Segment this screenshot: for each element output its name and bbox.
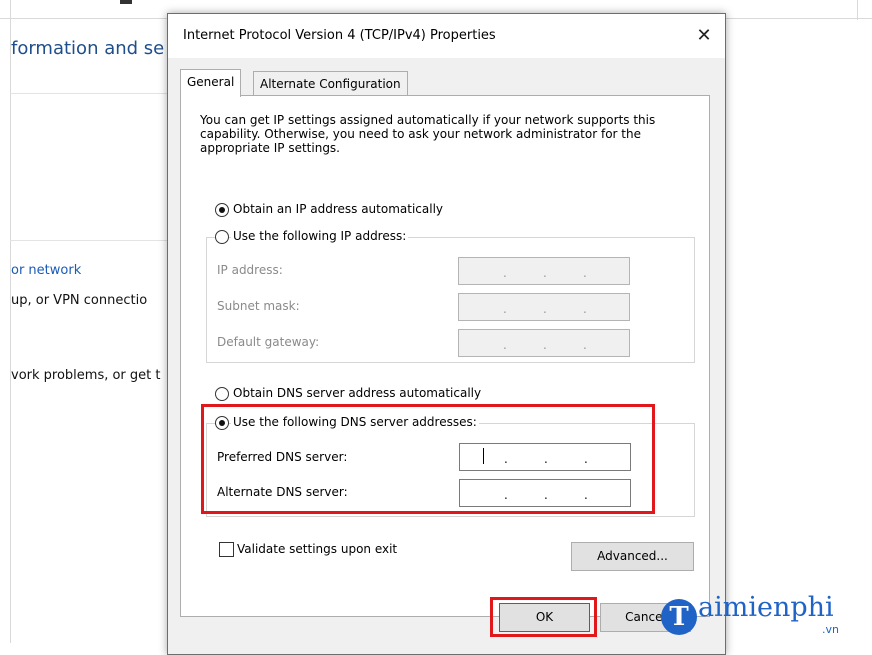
alternate-dns-label: Alternate DNS server: <box>217 485 348 499</box>
default-gateway-field: ... <box>458 329 630 357</box>
dns-auto-radio[interactable] <box>215 387 229 401</box>
background-text-line: up, or VPN connectio <box>11 293 148 308</box>
subnet-mask-field: ... <box>458 293 630 321</box>
tab-general[interactable]: General <box>180 69 242 97</box>
dialog-title: Internet Protocol Version 4 (TCP/IPv4) P… <box>183 28 496 43</box>
background-right-border <box>857 0 858 20</box>
advanced-button[interactable]: Advanced... <box>571 542 694 571</box>
subnet-mask-label: Subnet mask: <box>217 299 300 313</box>
background-network-link[interactable]: or network <box>11 263 81 278</box>
background-heading: formation and se <box>11 38 165 59</box>
dialog-titlebar: Internet Protocol Version 4 (TCP/IPv4) P… <box>168 14 725 58</box>
close-icon[interactable]: ✕ <box>689 22 719 50</box>
watermark-logo-icon: T <box>661 599 697 635</box>
text-caret <box>483 448 484 464</box>
background-divider <box>10 93 172 94</box>
preferred-dns-label: Preferred DNS server: <box>217 450 348 464</box>
dns-auto-label: Obtain DNS server address automatically <box>233 386 482 400</box>
ip-address-label: IP address: <box>217 263 283 277</box>
watermark-domain-suffix: .vn <box>822 623 839 636</box>
background-divider <box>10 240 172 241</box>
ip-auto-label: Obtain an IP address automatically <box>233 202 444 216</box>
validate-checkbox[interactable] <box>219 542 234 557</box>
ip-manual-label: Use the following IP address: <box>231 229 409 243</box>
ok-button[interactable]: OK <box>499 603 590 632</box>
background-left-border <box>10 0 11 643</box>
taimienphi-watermark: T aimienphi .vn <box>658 592 863 638</box>
validate-label: Validate settings upon exit <box>237 542 398 556</box>
dns-manual-label: Use the following DNS server addresses: <box>231 415 479 429</box>
description-text: You can get IP settings assigned automat… <box>200 113 656 155</box>
ipv4-properties-dialog: Internet Protocol Version 4 (TCP/IPv4) P… <box>167 13 726 655</box>
default-gateway-label: Default gateway: <box>217 335 320 349</box>
preferred-dns-field[interactable]: ... <box>459 443 631 471</box>
ip-address-field: ... <box>458 257 630 285</box>
ip-manual-radio[interactable] <box>215 230 229 244</box>
alternate-dns-field[interactable]: ... <box>459 479 631 507</box>
dns-manual-radio[interactable] <box>215 416 229 430</box>
background-tick <box>120 0 132 4</box>
ip-auto-radio[interactable] <box>215 203 229 217</box>
general-tab-panel: You can get IP settings assigned automat… <box>180 95 710 617</box>
tab-alternate-configuration[interactable]: Alternate Configuration <box>253 71 408 96</box>
watermark-brand-name: aimienphi <box>698 592 834 623</box>
background-text-line: vork problems, or get t <box>11 368 161 383</box>
